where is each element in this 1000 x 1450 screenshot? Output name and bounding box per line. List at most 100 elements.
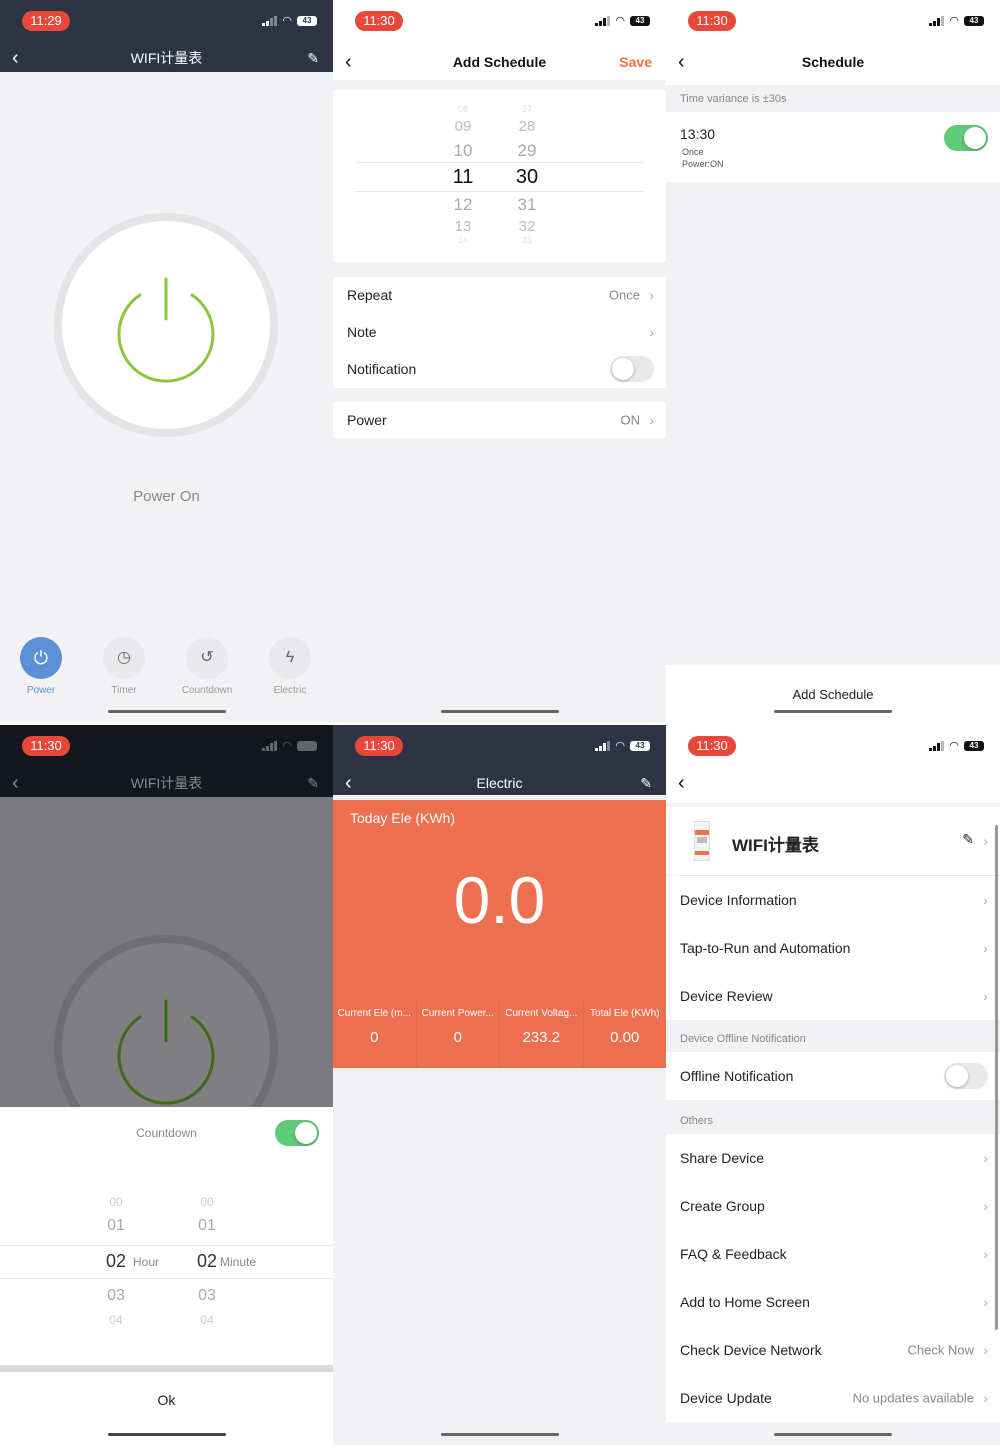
picker-option[interactable]: 12 (443, 195, 483, 215)
countdown-toggle[interactable] (275, 1120, 319, 1146)
picker-selection (0, 1245, 333, 1279)
picker-option[interactable]: 28 (507, 118, 547, 135)
menu-item[interactable]: Device Information › (666, 876, 1000, 924)
schedule-time: 13:30 (680, 126, 716, 142)
nav-bar: ‹ Schedule (666, 40, 1000, 85)
picker-option[interactable]: 33 (507, 236, 547, 245)
battery-icon: 43 (630, 740, 650, 751)
settings-screen: 11:30 ◠ 43 ‹ WIFI计量表 ✎ › Device Informati… (666, 725, 1000, 1445)
schedule-item[interactable]: 13:30 Once Power:ON (666, 112, 1000, 182)
battery-icon: 43 (964, 740, 984, 751)
picker-option[interactable]: 09 (443, 118, 483, 135)
add-schedule-button[interactable]: Add Schedule (666, 665, 1000, 722)
tab-label: Countdown (181, 685, 233, 696)
picker-option[interactable]: 10 (443, 141, 483, 161)
device-update-row[interactable]: Device Update No updates available › (666, 1374, 1000, 1422)
time-pill: 11:30 (688, 736, 736, 756)
main-screen: 11:29 ◠ 43 ‹ WIFI计量表 ✎ Power On ⏻ Power ◷ T… (0, 0, 333, 722)
picker-option[interactable]: 03 (96, 1287, 136, 1305)
page-title: WIFI计量表 (130, 50, 203, 66)
time-variance-note: Time variance is ±30s (680, 93, 787, 105)
status-icons: ◠ 43 (262, 14, 317, 27)
picker-option[interactable]: 30 (507, 166, 547, 189)
chevron-right-icon: › (983, 1342, 988, 1358)
picker-option[interactable]: 04 (187, 1313, 227, 1327)
offline-notification-toggle[interactable] (944, 1063, 988, 1089)
time-pill: 11:29 (22, 11, 70, 31)
schedule-repeat: Once (682, 147, 704, 157)
time-pill: 11:30 (22, 736, 70, 756)
back-icon[interactable]: ‹ (345, 765, 352, 801)
check-network-row[interactable]: Check Device Network Check Now › (666, 1326, 1000, 1374)
device-header[interactable]: WIFI计量表 ✎ › (666, 807, 1000, 875)
time-pill: 11:30 (355, 736, 403, 756)
chevron-right-icon: › (649, 323, 654, 340)
edit-icon[interactable]: ✎ (640, 765, 652, 801)
notification-toggle[interactable] (610, 356, 654, 382)
hour-unit: Hour (133, 1255, 160, 1269)
tab-electric[interactable]: ϟ Electric (259, 637, 321, 696)
ok-button[interactable]: Ok (0, 1372, 333, 1432)
picker-option[interactable]: 32 (507, 218, 547, 235)
picker-option[interactable]: 08 (443, 104, 483, 114)
power-button[interactable] (54, 213, 278, 437)
menu-item[interactable]: FAQ & Feedback › (666, 1230, 1000, 1278)
edit-icon[interactable]: ✎ (307, 40, 319, 76)
battery-icon: 43 (630, 15, 650, 26)
back-icon[interactable]: ‹ (12, 40, 19, 76)
picker-option[interactable]: 11 (443, 166, 483, 189)
bottom-tabs: ⏻ Power ◷ Timer ↺ Countdown ϟ Electric (0, 630, 333, 722)
stat-cell: Total Ele (KWh) 0.00 (582, 1000, 667, 1068)
picker-option[interactable]: 27 (507, 104, 547, 114)
picker-option[interactable]: 01 (96, 1217, 136, 1235)
device-name: WIFI计量表 (732, 836, 819, 855)
picker-option[interactable]: 00 (187, 1195, 227, 1209)
edit-icon: ✎ (307, 775, 319, 791)
section-header: Others (680, 1115, 714, 1127)
tab-power[interactable]: ⏻ Power (10, 637, 72, 696)
picker-option[interactable]: 04 (96, 1313, 136, 1327)
note-row[interactable]: Note › (333, 313, 666, 350)
picker-option[interactable]: 01 (187, 1217, 227, 1235)
repeat-row[interactable]: Repeat Once › (333, 277, 666, 313)
picker-option[interactable]: 03 (187, 1287, 227, 1305)
menu-item[interactable]: Device Review › (666, 972, 1000, 1020)
picker-option[interactable]: 29 (507, 141, 547, 161)
power-row[interactable]: Power ON › (333, 402, 666, 438)
wifi-icon: ◠ (615, 740, 625, 752)
picker-option[interactable]: 00 (96, 1195, 136, 1209)
tab-countdown[interactable]: ↺ Countdown (172, 637, 242, 696)
stat-value: 0 (370, 1029, 379, 1046)
page-title: Add Schedule (452, 54, 547, 70)
menu-item[interactable]: Add to Home Screen › (666, 1278, 1000, 1326)
menu-item[interactable]: Share Device › (666, 1134, 1000, 1182)
picker-option[interactable]: 31 (507, 195, 547, 215)
edit-icon[interactable]: ✎ (962, 831, 974, 848)
chevron-right-icon: › (983, 1246, 988, 1262)
chevron-right-icon: › (983, 1390, 988, 1406)
divider (0, 1365, 333, 1372)
chevron-right-icon: › (649, 412, 654, 428)
nav-bar: ‹ WIFI计量表 ✎ (0, 765, 333, 797)
status-bar: 11:30 ◠ 43 (333, 725, 666, 765)
back-icon[interactable]: ‹ (678, 40, 685, 84)
schedule-toggle[interactable] (944, 125, 988, 151)
tab-timer[interactable]: ◷ Timer (93, 637, 155, 696)
picker-option[interactable]: 14 (443, 236, 483, 245)
home-indicator (774, 1433, 892, 1436)
back-icon[interactable]: ‹ (345, 40, 352, 84)
status-bar: 11:30 ◠ 43 (666, 0, 1000, 40)
picker-selection (355, 162, 644, 192)
tab-label: Timer (111, 685, 137, 696)
stat-label: Current Power... (421, 1008, 494, 1019)
scrollbar[interactable] (995, 825, 998, 1330)
today-value: 0.0 (453, 863, 546, 937)
time-picker[interactable]: 08 09 10 11 12 13 14 27 28 29 30 31 32 33 (333, 90, 666, 262)
menu-item[interactable]: Tap-to-Run and Automation › (666, 924, 1000, 972)
picker-option[interactable]: 02 (96, 1251, 136, 1272)
chevron-right-icon: › (983, 988, 988, 1004)
back-icon[interactable]: ‹ (678, 765, 685, 801)
menu-item[interactable]: Create Group › (666, 1182, 1000, 1230)
save-button[interactable]: Save (619, 40, 652, 84)
picker-option[interactable]: 13 (443, 218, 483, 235)
